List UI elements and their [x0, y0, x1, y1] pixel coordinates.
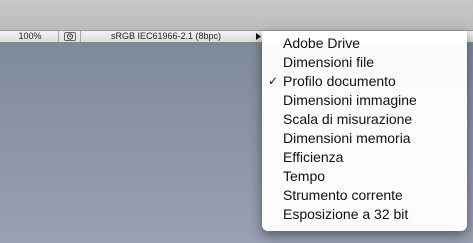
menu-item-adobe-drive[interactable]: Adobe Drive [262, 34, 467, 53]
menu-item-profilo-documento[interactable]: ✓ Profilo documento [262, 72, 467, 91]
menu-item-dimensioni-immagine[interactable]: Dimensioni immagine [262, 91, 467, 110]
menu-item-strumento-corrente[interactable]: Strumento corrente [262, 186, 467, 205]
menu-item-label: Dimensioni memoria [283, 130, 411, 146]
menu-item-dimensioni-file[interactable]: Dimensioni file [262, 53, 467, 72]
menu-item-label: Esposizione a 32 bit [283, 206, 409, 222]
clock-icon[interactable] [64, 32, 76, 41]
menu-item-label: Adobe Drive [283, 35, 361, 51]
zoom-level-field[interactable]: 100% [2, 31, 59, 42]
menu-item-label: Profilo documento [283, 73, 396, 89]
menu-item-scala-di-misurazione[interactable]: Scala di misurazione [262, 110, 467, 129]
menu-item-label: Tempo [283, 168, 326, 184]
checkmark-icon: ✓ [268, 74, 279, 88]
menu-item-esposizione-32-bit[interactable]: Esposizione a 32 bit [262, 205, 467, 224]
menu-item-efficienza[interactable]: Efficienza [262, 148, 467, 167]
document-profile-info: sRGB IEC61966-2.1 (8bpc) [80, 31, 251, 42]
menu-item-label: Efficienza [283, 149, 344, 165]
menu-item-label: Dimensioni immagine [283, 92, 417, 108]
menu-item-label: Dimensioni file [283, 54, 375, 70]
menu-item-label: Scala di misurazione [283, 111, 413, 127]
top-panel-area [0, 0, 473, 30]
menu-item-dimensioni-memoria[interactable]: Dimensioni memoria [262, 129, 467, 148]
menu-item-label: Strumento corrente [283, 187, 403, 203]
status-info-menu: Adobe Drive Dimensioni file ✓ Profilo do… [262, 31, 467, 231]
menu-item-tempo[interactable]: Tempo [262, 167, 467, 186]
